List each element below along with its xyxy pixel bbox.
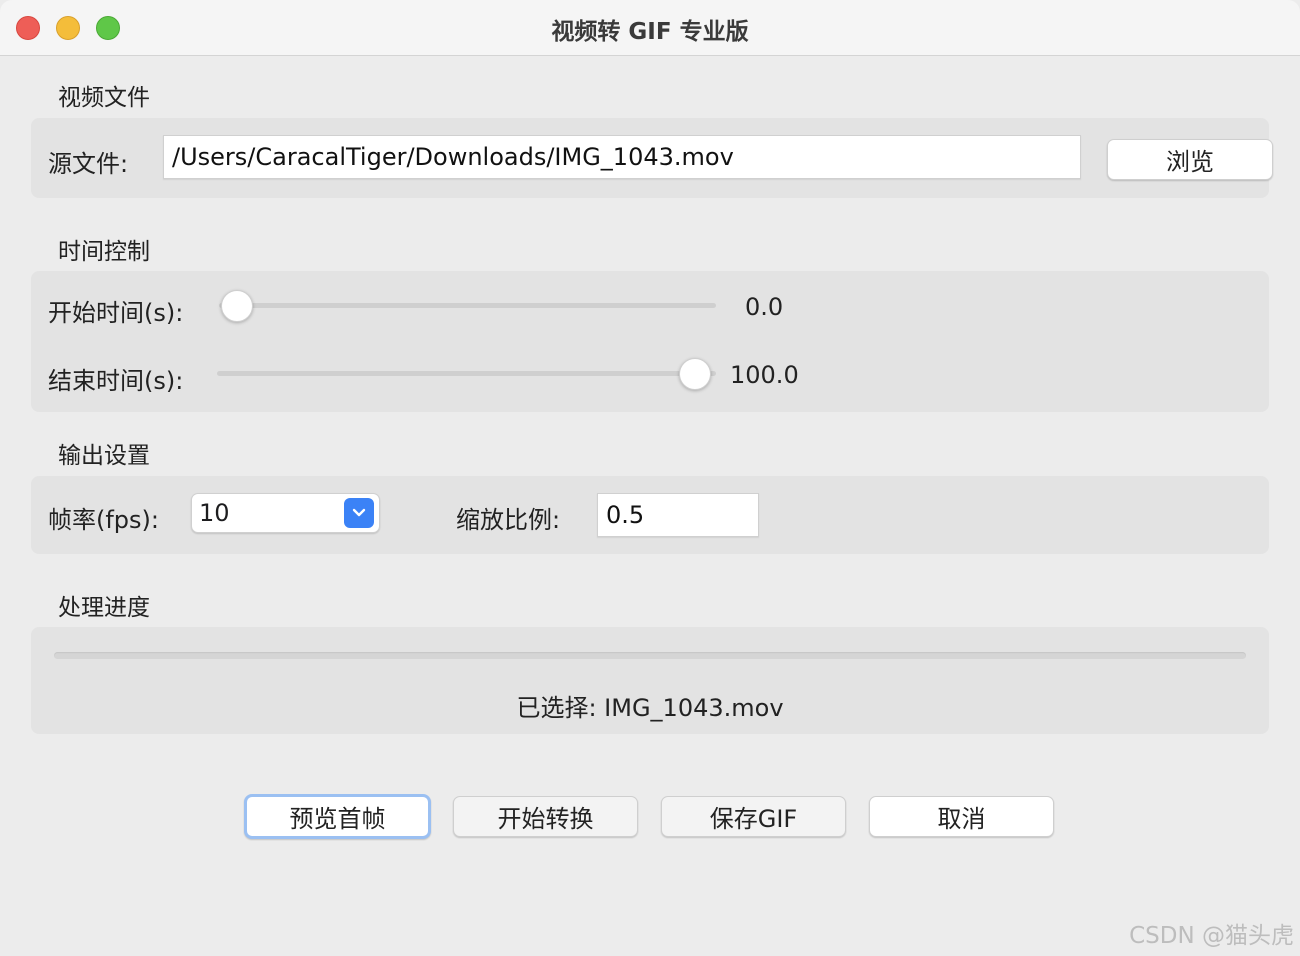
scale-label: 缩放比例: (456, 506, 561, 534)
fps-label: 帧率(fps): (48, 506, 159, 534)
end-time-value: 100.0 (730, 361, 799, 389)
start-time-value: 0.0 (745, 293, 784, 321)
output-settings-section-label: 输出设置 (58, 443, 150, 469)
output-settings-group: 帧率(fps): 10 缩放比例: 0.5 (31, 476, 1269, 554)
end-time-label: 结束时间(s): (48, 367, 184, 395)
time-control-section-label: 时间控制 (58, 239, 150, 265)
watermark: CSDN @猫头虎 (1129, 923, 1294, 949)
preview-first-frame-button[interactable]: 预览首帧 (244, 794, 431, 839)
title-bar: 视频转 GIF 专业版 (0, 0, 1300, 56)
start-time-label: 开始时间(s): (48, 299, 184, 327)
browse-button[interactable]: 浏览 (1107, 139, 1273, 180)
fps-select[interactable]: 10 (191, 493, 380, 533)
start-convert-button[interactable]: 开始转换 (453, 796, 638, 837)
cancel-button[interactable]: 取消 (869, 796, 1054, 837)
chevron-down-icon[interactable] (344, 498, 374, 528)
save-gif-button[interactable]: 保存GIF (661, 796, 846, 837)
fps-select-value: 10 (199, 499, 230, 527)
start-time-slider-thumb[interactable] (221, 290, 253, 322)
window-title: 视频转 GIF 专业版 (551, 19, 749, 45)
time-control-group: 开始时间(s): 0.0 结束时间(s): 100.0 (31, 271, 1269, 412)
video-file-section-label: 视频文件 (58, 85, 150, 111)
scale-input[interactable]: 0.5 (597, 493, 759, 537)
end-time-slider-thumb[interactable] (679, 358, 711, 390)
progress-bar (54, 652, 1246, 659)
start-time-slider-track[interactable] (219, 303, 716, 308)
progress-section-label: 处理进度 (58, 595, 150, 621)
app-window: 视频转 GIF 专业版 视频文件 源文件: /Users/CaracalTige… (0, 0, 1300, 956)
end-time-slider-track[interactable] (217, 371, 716, 376)
status-text: 已选择: IMG_1043.mov (516, 694, 784, 722)
video-file-group: 源文件: /Users/CaracalTiger/Downloads/IMG_1… (31, 118, 1273, 198)
source-file-label: 源文件: (48, 150, 129, 178)
source-file-input[interactable]: /Users/CaracalTiger/Downloads/IMG_1043.m… (163, 135, 1081, 179)
